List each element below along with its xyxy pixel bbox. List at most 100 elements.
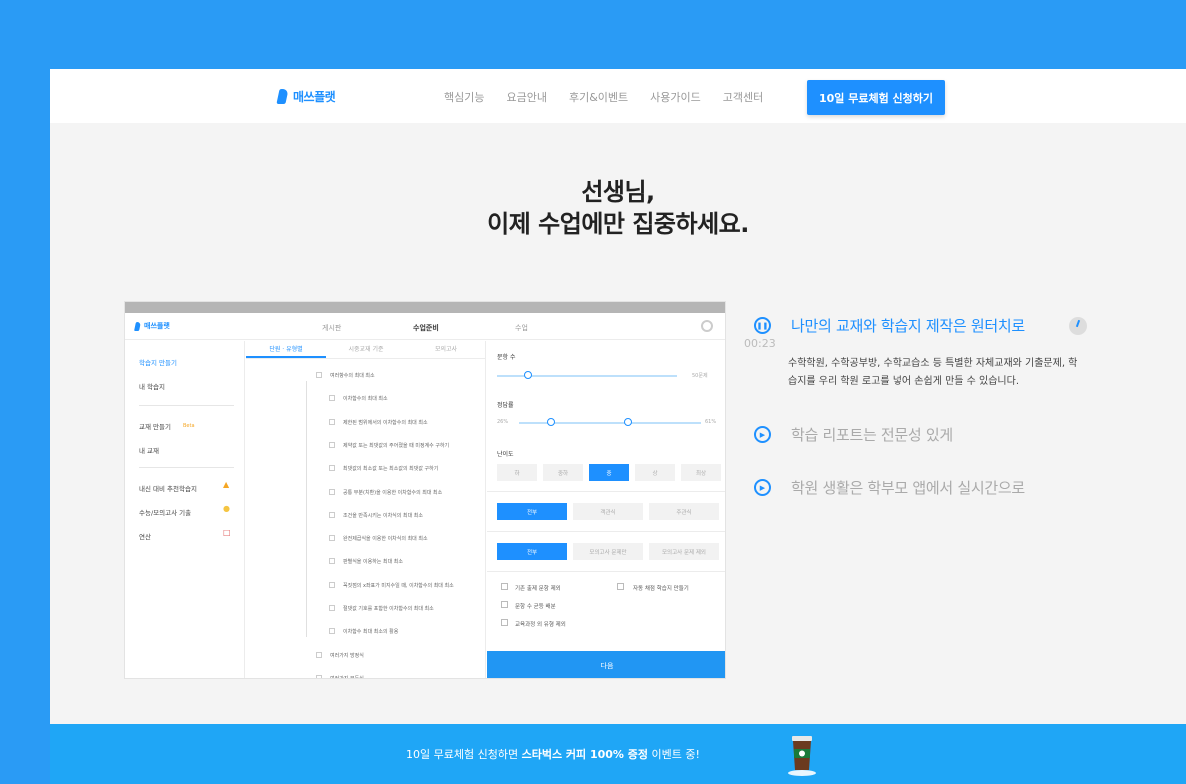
mock-sidebar-item: 학습지 만들기	[139, 359, 177, 367]
mock-difficulty-seg: 중하	[543, 464, 583, 481]
nav-item-guide[interactable]: 사용가이드	[650, 89, 701, 105]
mock-list-checkbox	[329, 395, 335, 402]
mock-list-checkbox	[329, 605, 335, 611]
mock-type-seg: 주관식	[649, 503, 719, 520]
mock-tab-board: 게시판	[322, 324, 342, 332]
mock-slider-knob	[624, 418, 632, 426]
mock-list-checkbox	[329, 418, 335, 425]
mock-sidebar-item: 내 학습지	[139, 383, 165, 391]
mock-option-label: 기존 출제 문항 제외	[515, 586, 561, 592]
logo-text: 매쓰플랫	[293, 90, 336, 104]
nav-item-support[interactable]: 고객센터	[723, 89, 763, 105]
nav-item-reviews[interactable]: 후기&이벤트	[569, 89, 628, 105]
promo-highlight: 스타벅스 커피 100% 증정	[521, 748, 649, 761]
mock-sidebar: 학습지 만들기 내 학습지 교재 만들기 Beta 내 교재 내신 대비 추천학…	[125, 341, 245, 678]
mock-list-item: 여러가지 부등식	[330, 675, 364, 679]
timer-icon	[1069, 317, 1087, 335]
logo-mark-icon	[276, 89, 289, 104]
mock-logo: 매쓰플랫	[134, 321, 170, 331]
mock-sidebar-item: 내신 대비 추천학습지	[139, 485, 197, 493]
mock-subtabs: 단원 · 유형별 시중교재 기준 모의고사	[246, 341, 486, 359]
mock-list-item: 절댓값 기호를 포함한 이차함수의 최대 최소	[343, 606, 434, 612]
hero-line-2: 이제 수업에만 집중하세요.	[487, 210, 749, 238]
coffee-cup-icon	[788, 736, 816, 776]
mock-subtab: 단원 · 유형별	[246, 341, 326, 358]
mock-difficulty-seg: 상	[635, 464, 675, 481]
mock-separator	[487, 571, 725, 572]
promo-banner[interactable]: 10일 무료체험 신청하면 스타벅스 커피 100% 증정 이벤트 중!	[50, 724, 1186, 784]
play-icon[interactable]: ▶	[754, 479, 771, 496]
mock-logo-text: 매쓰플랫	[144, 322, 170, 330]
mock-list-checkbox	[316, 651, 322, 658]
mock-difficulty-seg: 하	[497, 464, 537, 481]
pause-icon[interactable]: ❚❚	[754, 317, 771, 334]
mock-rate-max: 61%	[705, 419, 717, 425]
mock-checkbox	[501, 619, 508, 626]
mock-list-item: 여러항수의 최대 최소	[330, 373, 375, 379]
mock-list-item: 여러가지 방정식	[330, 652, 364, 659]
thumbs-up-icon: ▲	[223, 480, 230, 489]
refresh-icon	[701, 320, 713, 332]
app-screenshot: 매쓰플랫 게시판 수업준비 수업 학습지 만들기 내 학습지 교재 만들기 Be…	[124, 301, 726, 679]
mock-list-checkbox	[316, 674, 322, 678]
bulb-icon: ●	[223, 504, 230, 513]
feature-description: 수학학원, 수학공부방, 수학교습소 등 특별한 자체교재와 기출문제, 학습지…	[788, 358, 1078, 387]
mock-type-seg: 전부	[497, 503, 567, 520]
mock-list-checkbox	[329, 581, 335, 588]
mock-rate-min: 26%	[497, 419, 509, 425]
nav-item-pricing[interactable]: 요금안내	[506, 89, 546, 105]
mock-beta-badge: Beta	[183, 423, 195, 429]
mock-rate-label: 정답률	[497, 402, 514, 409]
mock-list-item: 이차함수의 최대 최소	[343, 396, 388, 403]
mock-list-item: 조건을 만족시키는 이차식의 최대 최소	[343, 512, 423, 519]
mock-list-item: 제한된 범위에서의 이차함수의 최대 최소	[343, 419, 428, 426]
mock-list-checkbox	[329, 511, 335, 518]
promo-suffix: 이벤트 중!	[648, 748, 700, 761]
mock-sidebar-item: 연산	[139, 533, 151, 541]
mock-divider	[139, 405, 234, 406]
mock-count-value: 50문제	[692, 373, 708, 379]
free-trial-button[interactable]: 10일 무료체험 신청하기	[807, 80, 945, 115]
mock-sidebar-item: 내 교재	[139, 447, 160, 455]
mock-difficulty-seg: 최상	[681, 464, 721, 481]
mock-option-label: 문항 수 균등 배분	[515, 604, 556, 610]
chart-icon: □	[223, 528, 231, 537]
nav-item-features[interactable]: 핵심기능	[444, 89, 484, 105]
feature-title-3[interactable]: 학원 생활은 학부모 앱에서 실시간으로	[791, 477, 1025, 498]
mock-tree-line	[306, 381, 307, 638]
mock-list-item: 꼭짓점의 x좌표가 미지수일 때, 이차함수의 최대 최소	[343, 582, 454, 589]
mock-type-seg: 객관식	[573, 503, 643, 520]
mock-list-checkbox	[329, 465, 335, 472]
mock-list-item: 완전제곱식을 이용한 이차식의 최대 최소	[343, 536, 428, 543]
mock-list-checkbox	[329, 535, 335, 542]
feature-title-2[interactable]: 학습 리포트는 전문성 있게	[791, 424, 953, 445]
mock-sidebar-item: 교재 만들기	[139, 423, 171, 431]
landing-page: 매쓰플랫 핵심기능 요금안내 후기&이벤트 사용가이드 고객센터 10일 무료체…	[50, 69, 1186, 784]
mock-list-item: 최댓값의 최소값 또는 최소값의 최댓값 구하기	[343, 466, 439, 473]
play-icon[interactable]: ▶	[754, 426, 771, 443]
top-nav: 매쓰플랫 핵심기능 요금안내 후기&이벤트 사용가이드 고객센터 10일 무료체…	[50, 69, 1186, 123]
promo-prefix: 10일 무료체험 신청하면	[406, 748, 522, 761]
brand-logo[interactable]: 매쓰플랫	[276, 88, 336, 105]
mock-slider-knob	[524, 371, 532, 379]
mock-list-checkbox	[329, 441, 335, 448]
mock-separator	[487, 491, 725, 492]
promo-text: 10일 무료체험 신청하면 스타벅스 커피 100% 증정 이벤트 중!	[406, 746, 700, 762]
mock-difficulty-seg: 중	[589, 464, 629, 481]
mock-list-checkbox	[329, 558, 335, 565]
mock-tab-class: 수업	[515, 324, 528, 332]
mock-list-checkbox	[316, 372, 322, 378]
mock-option-label: 교육과정 외 유형 제외	[515, 622, 566, 628]
nav-menu: 핵심기능 요금안내 후기&이벤트 사용가이드 고객센터	[444, 89, 763, 105]
mock-list-item: 이차함수 최대 최소의 활용	[343, 629, 399, 636]
mock-count-label: 문항 수	[497, 354, 516, 361]
mock-sidebar-item: 수능/모의고사 기출	[139, 509, 192, 517]
mock-options-panel: 문항 수 50문제 정답률 26% 61% 난이도 하 중하 중 상 최상 전부 객관식…	[487, 341, 725, 678]
mock-source-seg: 모의고사 문제만	[573, 543, 643, 560]
feature-title-1[interactable]: 나만의 교재와 학습지 제작은 원터치로	[791, 315, 1025, 336]
mock-difficulty-label: 난이도	[497, 451, 514, 458]
mock-topbar: 매쓰플랫 게시판 수업준비 수업	[125, 313, 725, 340]
mock-next-button: 다음	[487, 651, 725, 678]
mock-divider	[139, 467, 234, 468]
mock-subtab: 모의고사	[434, 346, 458, 353]
